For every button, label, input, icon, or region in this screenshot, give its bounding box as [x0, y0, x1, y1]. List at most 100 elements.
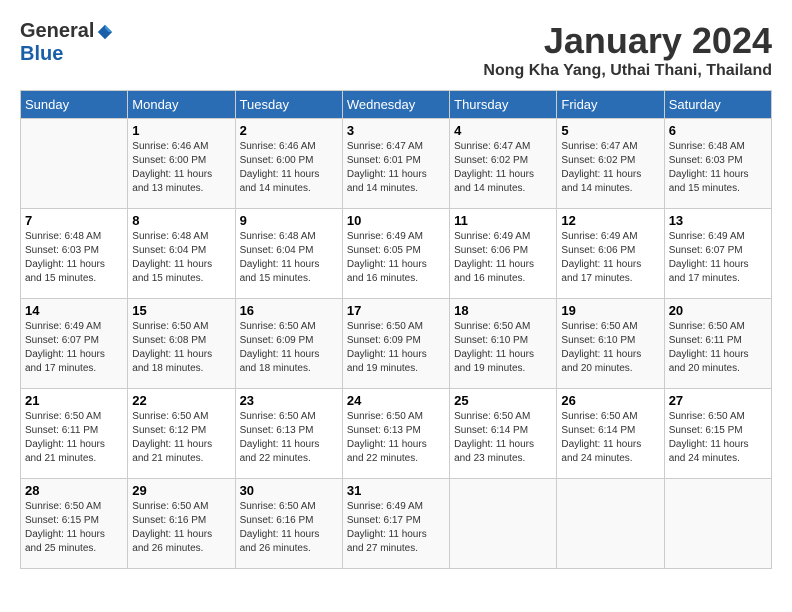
calendar-week-row: 14 Sunrise: 6:49 AMSunset: 6:07 PMDayligh…: [21, 299, 772, 389]
calendar-cell: 13Sunrise: 6:49 AMSunset: 6:07 PMDayligh…: [664, 209, 771, 299]
calendar-cell: 20Sunrise: 6:50 AMSunset: 6:11 PMDayligh…: [664, 299, 771, 389]
month-title: January 2024: [483, 20, 772, 62]
day-info: Sunrise: 6:50 AMSunset: 6:13 PMDaylight:…: [240, 410, 338, 466]
day-info: Sunrise: 6:46 AMSunset: 6:00 PMDaylight:…: [132, 140, 230, 196]
title-block: January 2024 Nong Kha Yang, Uthai Thani,…: [483, 20, 772, 80]
calendar-cell: 12 Sunrise: 6:49 AMSunset: 6:06 PMDayligh…: [557, 209, 664, 299]
calendar-cell: [664, 479, 771, 569]
logo-general-text: General: [20, 20, 94, 43]
day-number: 7: [25, 213, 123, 228]
calendar-cell: 17Sunrise: 6:50 AMSunset: 6:09 PMDayligh…: [342, 299, 449, 389]
logo-blue-text: Blue: [20, 43, 63, 66]
day-number: 10: [347, 213, 445, 228]
calendar-cell: 28 Sunrise: 6:50 AMSunset: 6:15 PMDayligh…: [21, 479, 128, 569]
header-tuesday: Tuesday: [235, 91, 342, 119]
day-info: Sunrise: 6:48 AMSunset: 6:03 PMDaylight:…: [669, 140, 767, 196]
header-friday: Friday: [557, 91, 664, 119]
day-number: 17: [347, 303, 445, 318]
day-info: Sunrise: 6:50 AMSunset: 6:15 PMDaylight:…: [25, 500, 123, 556]
day-info: Sunrise: 6:50 AMSunset: 6:14 PMDaylight:…: [454, 410, 552, 466]
calendar-cell: 29 Sunrise: 6:50 AMSunset: 6:16 PMDayligh…: [128, 479, 235, 569]
calendar-cell: 3Sunrise: 6:47 AMSunset: 6:01 PMDaylight…: [342, 119, 449, 209]
day-number: 12: [561, 213, 659, 228]
day-info: Sunrise: 6:50 AMSunset: 6:15 PMDaylight:…: [669, 410, 767, 466]
day-number: 27: [669, 393, 767, 408]
day-number: 9: [240, 213, 338, 228]
calendar-cell: 23 Sunrise: 6:50 AMSunset: 6:13 PMDayligh…: [235, 389, 342, 479]
day-info: Sunrise: 6:50 AMSunset: 6:14 PMDaylight:…: [561, 410, 659, 466]
day-info: Sunrise: 6:49 AMSunset: 6:05 PMDaylight:…: [347, 230, 445, 286]
logo-icon: [96, 23, 114, 41]
header-row: SundayMondayTuesdayWednesdayThursdayFrid…: [21, 91, 772, 119]
day-number: 5: [561, 123, 659, 138]
header-sunday: Sunday: [21, 91, 128, 119]
calendar-cell: 27 Sunrise: 6:50 AMSunset: 6:15 PMDayligh…: [664, 389, 771, 479]
day-info: Sunrise: 6:47 AMSunset: 6:02 PMDaylight:…: [454, 140, 552, 196]
calendar-cell: 2Sunrise: 6:46 AMSunset: 6:00 PMDaylight…: [235, 119, 342, 209]
day-number: 31: [347, 483, 445, 498]
day-info: Sunrise: 6:48 AMSunset: 6:03 PMDaylight:…: [25, 230, 123, 286]
logo: General Blue: [20, 20, 114, 66]
calendar-cell: 1 Sunrise: 6:46 AMSunset: 6:00 PMDaylight…: [128, 119, 235, 209]
day-info: Sunrise: 6:50 AMSunset: 6:11 PMDaylight:…: [669, 320, 767, 376]
location-title: Nong Kha Yang, Uthai Thani, Thailand: [483, 62, 772, 80]
calendar-cell: 25Sunrise: 6:50 AMSunset: 6:14 PMDayligh…: [450, 389, 557, 479]
calendar-cell: 21Sunrise: 6:50 AMSunset: 6:11 PMDayligh…: [21, 389, 128, 479]
day-info: Sunrise: 6:50 AMSunset: 6:16 PMDaylight:…: [132, 500, 230, 556]
day-number: 16: [240, 303, 338, 318]
day-number: 15: [132, 303, 230, 318]
day-number: 18: [454, 303, 552, 318]
day-number: 11: [454, 213, 552, 228]
day-info: Sunrise: 6:50 AMSunset: 6:10 PMDaylight:…: [454, 320, 552, 376]
header-saturday: Saturday: [664, 91, 771, 119]
calendar-cell: 22 Sunrise: 6:50 AMSunset: 6:12 PMDayligh…: [128, 389, 235, 479]
calendar-cell: 30 Sunrise: 6:50 AMSunset: 6:16 PMDayligh…: [235, 479, 342, 569]
day-number: 1: [132, 123, 230, 138]
page-header: General Blue January 2024 Nong Kha Yang,…: [20, 20, 772, 80]
day-info: Sunrise: 6:46 AMSunset: 6:00 PMDaylight:…: [240, 140, 338, 196]
day-number: 26: [561, 393, 659, 408]
header-monday: Monday: [128, 91, 235, 119]
calendar-cell: 26 Sunrise: 6:50 AMSunset: 6:14 PMDayligh…: [557, 389, 664, 479]
calendar-cell: 15 Sunrise: 6:50 AMSunset: 6:08 PMDayligh…: [128, 299, 235, 389]
day-info: Sunrise: 6:50 AMSunset: 6:12 PMDaylight:…: [132, 410, 230, 466]
calendar-table: SundayMondayTuesdayWednesdayThursdayFrid…: [20, 90, 772, 569]
day-number: 22: [132, 393, 230, 408]
day-number: 24: [347, 393, 445, 408]
day-number: 30: [240, 483, 338, 498]
calendar-cell: [450, 479, 557, 569]
day-number: 21: [25, 393, 123, 408]
day-info: Sunrise: 6:50 AMSunset: 6:10 PMDaylight:…: [561, 320, 659, 376]
calendar-week-row: 21Sunrise: 6:50 AMSunset: 6:11 PMDayligh…: [21, 389, 772, 479]
day-info: Sunrise: 6:48 AMSunset: 6:04 PMDaylight:…: [240, 230, 338, 286]
day-info: Sunrise: 6:49 AMSunset: 6:06 PMDaylight:…: [561, 230, 659, 286]
calendar-cell: 9 Sunrise: 6:48 AMSunset: 6:04 PMDaylight…: [235, 209, 342, 299]
calendar-cell: 6 Sunrise: 6:48 AMSunset: 6:03 PMDaylight…: [664, 119, 771, 209]
day-info: Sunrise: 6:50 AMSunset: 6:13 PMDaylight:…: [347, 410, 445, 466]
day-info: Sunrise: 6:47 AMSunset: 6:02 PMDaylight:…: [561, 140, 659, 196]
calendar-cell: 14 Sunrise: 6:49 AMSunset: 6:07 PMDayligh…: [21, 299, 128, 389]
calendar-body: 1 Sunrise: 6:46 AMSunset: 6:00 PMDaylight…: [21, 119, 772, 569]
calendar-cell: 18 Sunrise: 6:50 AMSunset: 6:10 PMDayligh…: [450, 299, 557, 389]
calendar-cell: 11Sunrise: 6:49 AMSunset: 6:06 PMDayligh…: [450, 209, 557, 299]
calendar-cell: 5 Sunrise: 6:47 AMSunset: 6:02 PMDaylight…: [557, 119, 664, 209]
day-info: Sunrise: 6:49 AMSunset: 6:07 PMDaylight:…: [25, 320, 123, 376]
day-number: 4: [454, 123, 552, 138]
day-number: 14: [25, 303, 123, 318]
day-info: Sunrise: 6:50 AMSunset: 6:16 PMDaylight:…: [240, 500, 338, 556]
calendar-cell: [557, 479, 664, 569]
calendar-week-row: 1 Sunrise: 6:46 AMSunset: 6:00 PMDaylight…: [21, 119, 772, 209]
day-number: 28: [25, 483, 123, 498]
header-wednesday: Wednesday: [342, 91, 449, 119]
day-number: 13: [669, 213, 767, 228]
day-info: Sunrise: 6:49 AMSunset: 6:17 PMDaylight:…: [347, 500, 445, 556]
calendar-cell: 19Sunrise: 6:50 AMSunset: 6:10 PMDayligh…: [557, 299, 664, 389]
day-number: 6: [669, 123, 767, 138]
calendar-cell: 7 Sunrise: 6:48 AMSunset: 6:03 PMDaylight…: [21, 209, 128, 299]
day-number: 23: [240, 393, 338, 408]
day-number: 29: [132, 483, 230, 498]
day-info: Sunrise: 6:50 AMSunset: 6:08 PMDaylight:…: [132, 320, 230, 376]
day-number: 3: [347, 123, 445, 138]
calendar-cell: 16Sunrise: 6:50 AMSunset: 6:09 PMDayligh…: [235, 299, 342, 389]
calendar-cell: 8Sunrise: 6:48 AMSunset: 6:04 PMDaylight…: [128, 209, 235, 299]
